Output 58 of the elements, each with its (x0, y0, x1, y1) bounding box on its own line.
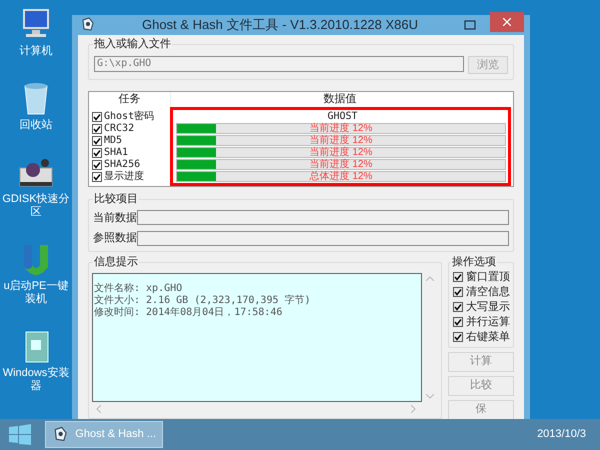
group-label: 拖入或输入文件 (93, 36, 172, 52)
checkbox[interactable] (453, 287, 463, 297)
info-line: 修改时间: 2014年08月04日，17:58:46 (94, 306, 284, 318)
clock-date: 2013/10/3 (537, 427, 586, 442)
action-button[interactable]: 保 (448, 400, 514, 420)
browse-button[interactable]: 浏览 (468, 56, 508, 74)
maximize-icon[interactable] (464, 20, 476, 30)
option-label: 右键菜单 (466, 330, 510, 345)
checkbox[interactable] (92, 148, 102, 158)
taskbar-app-button[interactable]: Ghost & Hash ... (45, 421, 163, 448)
input-field[interactable] (137, 230, 509, 246)
option-label: 大写显示 (466, 300, 510, 315)
desktop-icon-label[interactable]: Windows安装器 (1, 367, 71, 393)
option-label: 窗口置顶 (466, 270, 510, 285)
checkbox[interactable] (92, 172, 102, 182)
task-label: 显示进度 (104, 170, 144, 182)
app-icon (52, 426, 70, 444)
action-button[interactable]: 比较 (448, 376, 514, 396)
checkbox[interactable] (453, 332, 463, 342)
checkbox[interactable] (453, 317, 463, 327)
file-path-field[interactable]: G:\xp.GHO (94, 56, 464, 72)
column-header: 任务 (89, 92, 171, 106)
task-label: Ghost密码 (104, 110, 154, 122)
checkbox[interactable] (92, 124, 102, 134)
checkbox[interactable] (92, 112, 102, 122)
close-icon (503, 18, 511, 26)
input-field[interactable] (137, 210, 509, 226)
desktop-icon-label[interactable]: GDISK快速分区 (1, 193, 71, 219)
progress-reading: 当前进度 12% (308, 136, 374, 144)
checkbox[interactable] (453, 272, 463, 282)
progress-reading: 当前进度 12% (308, 148, 374, 156)
info-text-area[interactable]: 文件名称: xp.GHO 文件大小: 2.16 GB (2,323,170,395 字节) 修改时间: 2014年08月04日，17:58:46 (92, 272, 422, 402)
desktop-icon-label[interactable]: 回收站 (20, 119, 52, 132)
window-title: Ghost & Hash 文件工具 - V1.3.2010.1228 X86U (140, 16, 420, 34)
option-label: 清空信息 (466, 284, 510, 300)
task-label: MD5 (104, 134, 122, 146)
checkbox[interactable] (92, 136, 102, 146)
task-label: CRC32 (104, 122, 134, 134)
desktop-icon-label[interactable]: u启动PE一键装机 (1, 280, 71, 306)
progress-reading: 当前进度 12% (308, 124, 374, 132)
task-label: SHA256 (104, 158, 140, 170)
checkbox[interactable] (453, 302, 463, 312)
info-line: 文件大小: 2.16 GB (2,323,170,395 字节) (94, 294, 312, 306)
progress-reading: 总体进度 12% (308, 172, 374, 180)
close-button[interactable] (490, 12, 524, 32)
task-label: SHA1 (104, 146, 128, 158)
group-label: 信息提示 (93, 254, 139, 270)
progress-reading: 当前进度 12% (308, 160, 374, 168)
desktop-icon-label[interactable]: 计算机 (20, 45, 52, 58)
action-button[interactable]: 计算 (448, 352, 514, 372)
option-label: 并行运算 (466, 314, 510, 330)
data-value: GHOST (326, 110, 359, 122)
app-icon (80, 16, 96, 33)
info-line: 文件名称: xp.GHO (94, 282, 184, 294)
checkbox[interactable] (92, 160, 102, 170)
group-label: 比较项目 (93, 190, 139, 207)
windows-start-icon[interactable] (9, 424, 31, 446)
column-header: 数据值 (322, 92, 358, 106)
